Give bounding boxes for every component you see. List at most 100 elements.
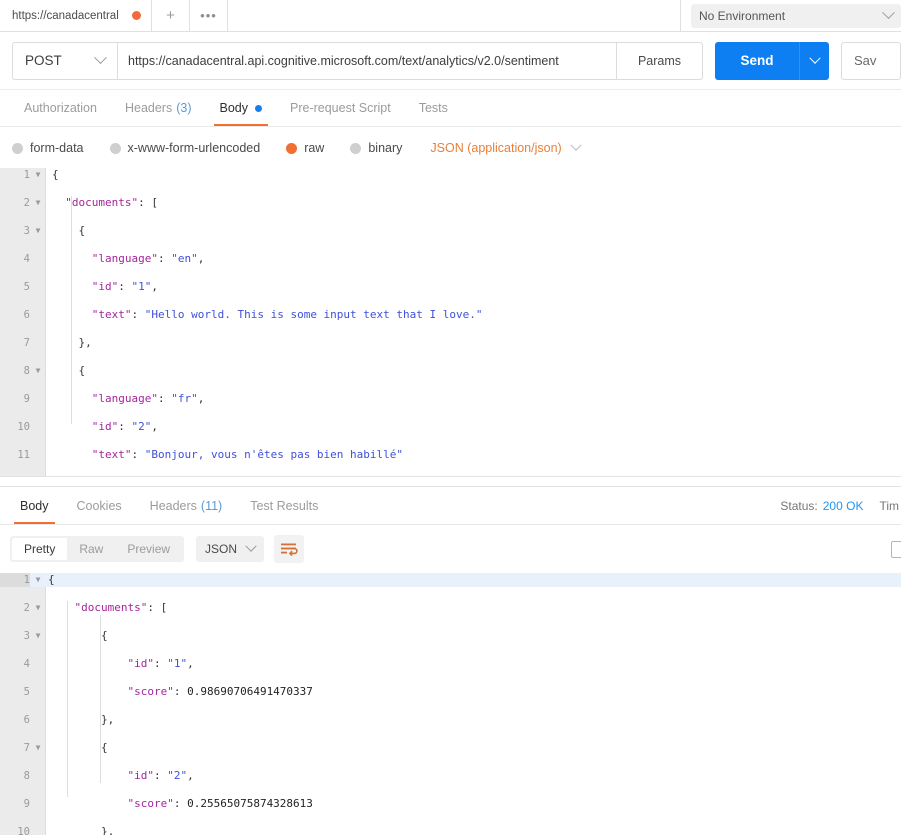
new-tab-button[interactable]: +: [152, 0, 190, 31]
code-line: 4 "language": "en",: [0, 252, 901, 266]
line-number: 3: [23, 225, 30, 237]
request-body-editor[interactable]: 1 ▼{2 ▼ "documents": [3 ▼ {4 "language": "e…: [0, 168, 901, 476]
tab-label: Authorization: [24, 101, 97, 115]
response-body-editor[interactable]: 1 ▼{2 ▼ "documents": [3 ▼ {4 "id": "1", 5 "s…: [0, 573, 901, 835]
fold-arrow-icon[interactable]: ▼: [33, 601, 43, 615]
view-mode-raw[interactable]: Raw: [67, 538, 115, 560]
response-format-selector[interactable]: JSON: [196, 536, 265, 562]
request-tab-body[interactable]: Body: [206, 90, 277, 126]
code-line: 1 ▼ {: [0, 168, 901, 182]
request-tab-tests[interactable]: Tests: [405, 90, 462, 126]
chevron-down-icon: [882, 6, 895, 20]
request-tab-pre-request-script[interactable]: Pre-request Script: [276, 90, 405, 126]
code-text: {: [52, 168, 59, 181]
body-type-label: x-www-form-urlencoded: [127, 141, 261, 155]
params-label: Params: [637, 53, 682, 68]
response-tab-test-results[interactable]: Test Results: [236, 488, 332, 524]
code-text: },: [100, 713, 115, 726]
save-button[interactable]: Sav: [841, 41, 901, 80]
tab-label: Pre-request Script: [290, 101, 391, 115]
request-tab-active[interactable]: https://canadacentral: [0, 0, 152, 31]
response-right-icons: [891, 525, 901, 573]
code-text: {: [100, 629, 108, 642]
params-button[interactable]: Params: [617, 41, 703, 80]
body-type-label: form-data: [30, 141, 84, 155]
line-number: 8: [23, 770, 30, 782]
tab-label: Tests: [418, 101, 448, 115]
code-line: 1 ▼ {: [0, 573, 901, 587]
request-tab-bar: https://canadacentral + ••• No Environme…: [0, 0, 901, 32]
status-label: Status:: [780, 499, 818, 513]
view-mode-pretty[interactable]: Pretty: [12, 538, 68, 560]
code-line: 6 },: [0, 713, 901, 727]
chevron-down-icon: [808, 52, 821, 64]
response-view-mode-group: Pretty Raw Preview: [10, 536, 185, 562]
http-method-selector[interactable]: POST: [12, 41, 117, 80]
fold-arrow-icon[interactable]: ▼: [33, 741, 43, 755]
line-number: 11: [17, 449, 30, 461]
request-tab-headers[interactable]: Headers (3): [111, 90, 206, 126]
request-tab-authorization[interactable]: Authorization: [10, 90, 111, 126]
body-type-binary[interactable]: binary: [350, 141, 402, 155]
line-number: 1: [23, 169, 30, 181]
code-line: 2 ▼ "documents": [: [0, 601, 901, 615]
fold-arrow-icon[interactable]: ▼: [33, 168, 43, 182]
response-tab-cookies[interactable]: Cookies: [63, 488, 136, 524]
response-status-area: Status: 200 OK Tim: [780, 487, 901, 525]
fold-arrow-icon[interactable]: ▼: [33, 629, 43, 643]
response-body-lines: 1 ▼{2 ▼ "documents": [3 ▼ {4 "id": "1", 5 "s…: [0, 573, 901, 835]
pane-splitter[interactable]: [0, 476, 901, 487]
body-type-x-www-form-urlencoded[interactable]: x-www-form-urlencoded: [109, 141, 261, 155]
code-text: "text": "Hello world. This is some input…: [91, 308, 483, 321]
line-number: 9: [23, 798, 30, 810]
postman-window: https://canadacentral + ••• No Environme…: [0, 0, 901, 835]
code-text: "id": "1",: [127, 657, 194, 670]
body-type-raw[interactable]: raw: [286, 141, 324, 155]
line-number: 1: [0, 573, 30, 587]
code-text: },: [100, 825, 115, 835]
tab-label: Headers: [149, 499, 197, 513]
line-number: 4: [23, 253, 30, 265]
radio-icon: [350, 142, 362, 154]
fold-arrow-icon[interactable]: ▼: [33, 364, 43, 378]
fold-arrow-icon[interactable]: ▼: [33, 224, 43, 238]
environment-selector[interactable]: No Environment: [691, 3, 901, 28]
response-tab-headers[interactable]: Headers (11): [136, 488, 237, 524]
code-line: 10 },: [0, 825, 901, 835]
tab-options-button[interactable]: •••: [190, 0, 228, 31]
code-line: 11 "text": "Bonjour, vous n'êtes pas bie…: [0, 448, 901, 462]
indent-guide: [100, 615, 101, 783]
code-line: 9 "language": "fr",: [0, 392, 901, 406]
body-type-label: binary: [368, 141, 403, 155]
fold-arrow-icon[interactable]: ▼: [33, 573, 43, 587]
code-line: 4 "id": "1",: [0, 657, 901, 671]
line-number: 5: [23, 281, 30, 293]
code-line: 2 ▼ "documents": [: [0, 196, 901, 210]
chevron-down-icon: [570, 139, 582, 151]
fold-arrow-icon[interactable]: ▼: [33, 196, 43, 210]
code-line: 3 ▼ {: [0, 629, 901, 643]
clipboard-icon[interactable]: [891, 540, 901, 558]
code-text: "score": 0.25565075874328613: [127, 797, 313, 810]
response-section-tabs: Body Cookies Headers (11) Test Results: [0, 487, 901, 525]
code-text: {: [78, 364, 86, 377]
line-number: 8: [23, 365, 30, 377]
code-line: 10 "id": "2",: [0, 420, 901, 434]
request-body-lines: 1 ▼{2 ▼ "documents": [3 ▼ {4 "language": "e…: [0, 168, 901, 461]
view-mode-preview[interactable]: Preview: [115, 538, 182, 560]
url-input[interactable]: https://canadacentral.api.cognitive.micr…: [117, 41, 617, 80]
code-line: 9 "score": 0.25565075874328613: [0, 797, 901, 811]
send-label: Send: [740, 53, 774, 68]
radio-icon: [12, 142, 23, 154]
send-button[interactable]: Send: [715, 41, 799, 80]
line-number: 7: [23, 337, 30, 349]
word-wrap-button[interactable]: [274, 535, 305, 563]
content-type-selector[interactable]: JSON (application/json): [430, 139, 582, 155]
body-type-form-data[interactable]: form-data: [12, 141, 84, 155]
line-number: 6: [23, 714, 30, 726]
send-options-button[interactable]: [799, 41, 829, 80]
tab-label: Headers: [124, 101, 173, 115]
response-tab-body[interactable]: Body: [6, 488, 63, 524]
code-line: 7 ▼ {: [0, 741, 901, 755]
code-text: "language": "en",: [91, 252, 205, 265]
